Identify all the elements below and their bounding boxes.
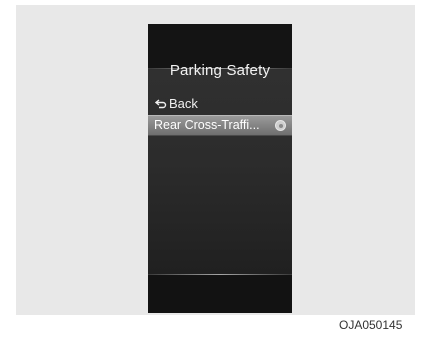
back-label: Back <box>169 96 198 111</box>
radio-selected-icon[interactable] <box>275 120 286 131</box>
back-button[interactable]: Back <box>155 96 198 111</box>
display-screen: Parking Safety Back Rear Cross-Traffi... <box>148 24 292 313</box>
menu-item-rear-cross-traffic[interactable]: Rear Cross-Traffi... <box>148 115 292 136</box>
bottom-band <box>148 275 292 313</box>
menu-item-label: Rear Cross-Traffi... <box>154 118 260 132</box>
back-arrow-icon <box>155 98 167 108</box>
figure-code: OJA050145 <box>339 318 403 332</box>
page-title: Parking Safety <box>169 62 271 79</box>
